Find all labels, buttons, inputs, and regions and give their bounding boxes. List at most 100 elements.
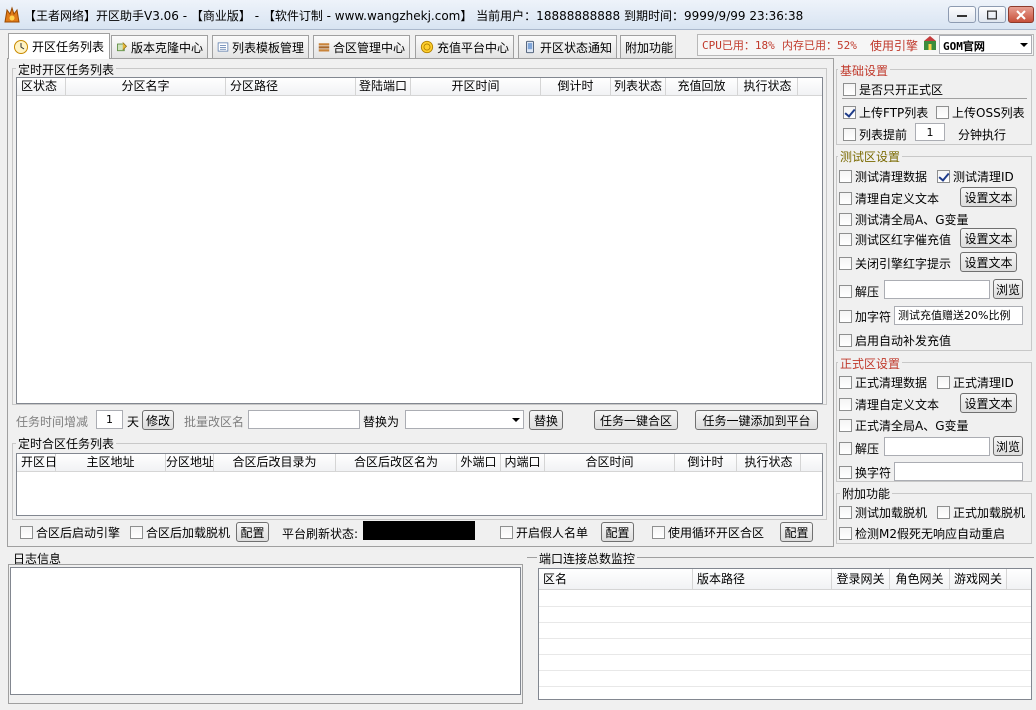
close-button[interactable]	[1008, 6, 1034, 23]
checkbox-box[interactable]	[839, 398, 852, 411]
column-header[interactable]: 合区后改区名为	[336, 454, 457, 471]
test-load-offline-checkbox[interactable]: 测试加载脱机	[839, 504, 927, 521]
tab-merge-center[interactable]: 合区管理中心	[313, 35, 410, 58]
checkbox-box[interactable]	[500, 526, 513, 539]
fake-list-checkbox[interactable]: 开启假人名单	[500, 524, 588, 541]
merge-tasks-list[interactable]: 开区日 主区地址 分区地址 合区后改目录为 合区后改区名为 外端口 内端口 合区…	[16, 453, 823, 516]
add-to-platform-button[interactable]: 任务一键添加到平台	[695, 410, 818, 430]
column-header[interactable]: 角色网关	[890, 569, 950, 589]
column-header[interactable]: 执行状态	[737, 454, 801, 471]
tab-recharge-platform[interactable]: 充值平台中心	[415, 35, 514, 58]
open-tasks-list[interactable]: 区状态 分区名字 分区路径 登陆端口 开区时间 倒计时 列表状态 充值回放 执行…	[16, 77, 823, 404]
column-header[interactable]: 分区地址	[166, 454, 214, 471]
test-red-set-text-button[interactable]: 设置文本	[960, 228, 1017, 248]
maximize-button[interactable]	[978, 6, 1006, 23]
tab-version-clone[interactable]: 版本克隆中心	[111, 35, 208, 58]
merge-all-button[interactable]: 任务一键合区	[594, 410, 678, 430]
column-header[interactable]: 合区后改目录为	[214, 454, 336, 471]
close-red-hint-checkbox[interactable]: 关闭引擎红字提示	[839, 255, 951, 272]
modify-button[interactable]: 修改	[142, 410, 174, 430]
column-header[interactable]: 开区时间	[411, 78, 541, 95]
checkbox-box[interactable]	[839, 310, 852, 323]
checkbox-box[interactable]	[937, 376, 950, 389]
checkbox-box[interactable]	[843, 106, 856, 119]
column-header[interactable]: 登录网关	[832, 569, 890, 589]
test-red-recharge-checkbox[interactable]: 测试区红字催充值	[839, 231, 951, 248]
column-header[interactable]: 倒计时	[541, 78, 611, 95]
loop-config-button[interactable]: 配置	[780, 522, 813, 542]
loop-open-merge-checkbox[interactable]: 使用循环开区合区	[652, 524, 764, 541]
checkbox-box[interactable]	[936, 106, 949, 119]
formal-load-offline-checkbox[interactable]: 正式加载脱机	[937, 504, 1025, 521]
test-clear-id-checkbox[interactable]: 测试清理ID	[937, 168, 1014, 185]
checkbox-box[interactable]	[839, 527, 852, 540]
checkbox-box[interactable]	[839, 192, 852, 205]
column-header[interactable]: 登陆端口	[356, 78, 411, 95]
column-header[interactable]: 外端口	[457, 454, 501, 471]
checkbox-box[interactable]	[839, 466, 852, 479]
formal-unzip-checkbox[interactable]: 解压	[839, 440, 879, 457]
formal-swap-char-input[interactable]	[894, 462, 1023, 481]
only-official-checkbox[interactable]: 是否只开正式区	[843, 81, 943, 98]
column-header[interactable]: 充值回放	[666, 78, 738, 95]
formal-browse-button[interactable]: 浏览	[993, 436, 1023, 456]
checkbox-box[interactable]	[20, 526, 33, 539]
upload-ftp-checkbox[interactable]: 上传FTP列表	[843, 104, 928, 121]
start-engine-after-merge-checkbox[interactable]: 合区后启动引擎	[20, 524, 120, 541]
auto-recharge-checkbox[interactable]: 启用自动补发充值	[839, 332, 951, 349]
test-add-char-checkbox[interactable]: 加字符	[839, 308, 891, 325]
checkbox-box[interactable]	[130, 526, 143, 539]
checkbox-box[interactable]	[839, 334, 852, 347]
batch-rename-input[interactable]	[248, 410, 360, 429]
tab-extra-functions[interactable]: 附加功能	[620, 35, 676, 58]
checkbox-box[interactable]	[839, 442, 852, 455]
column-header[interactable]: 区名	[539, 569, 693, 589]
test-clear-custom-text-checkbox[interactable]: 清理自定义文本	[839, 190, 939, 207]
checkbox-box[interactable]	[839, 213, 852, 226]
checkbox-box[interactable]	[839, 233, 852, 246]
column-header[interactable]: 开区日	[17, 454, 56, 471]
list-ahead-minutes-input[interactable]: 1	[915, 123, 945, 141]
checkbox-box[interactable]	[839, 419, 852, 432]
test-add-char-input[interactable]: 测试充值赠送20%比例	[894, 306, 1023, 325]
test-unzip-checkbox[interactable]: 解压	[839, 283, 879, 300]
column-header[interactable]: 游戏网关	[950, 569, 1007, 589]
column-header[interactable]: 主区地址	[56, 454, 166, 471]
column-header[interactable]: 内端口	[501, 454, 545, 471]
list-ahead-checkbox[interactable]: 列表提前	[843, 126, 907, 143]
formal-clear-data-checkbox[interactable]: 正式清理数据	[839, 374, 927, 391]
checkbox-box[interactable]	[839, 376, 852, 389]
formal-set-text-button[interactable]: 设置文本	[960, 393, 1017, 413]
tab-status-notify[interactable]: 开区状态通知	[518, 35, 617, 58]
formal-clear-global-vars-checkbox[interactable]: 正式清全局A、G变量	[839, 417, 969, 434]
checkbox-box[interactable]	[839, 285, 852, 298]
close-red-set-text-button[interactable]: 设置文本	[960, 252, 1017, 272]
formal-clear-custom-text-checkbox[interactable]: 清理自定义文本	[839, 396, 939, 413]
tab-open-tasks[interactable]: 开区任务列表	[8, 33, 110, 59]
formal-unzip-path-input[interactable]	[884, 437, 990, 456]
time-inc-input[interactable]: 1	[96, 410, 123, 429]
checkbox-box[interactable]	[937, 506, 950, 519]
column-header[interactable]: 区状态	[17, 78, 66, 95]
checkbox-box[interactable]	[843, 83, 856, 96]
load-offline-after-merge-checkbox[interactable]: 合区后加载脱机	[130, 524, 230, 541]
column-header[interactable]: 合区时间	[545, 454, 675, 471]
column-header[interactable]: 分区名字	[66, 78, 226, 95]
test-clear-global-vars-checkbox[interactable]: 测试清全局A、G变量	[839, 211, 969, 228]
column-header[interactable]: 执行状态	[738, 78, 798, 95]
checkbox-box[interactable]	[839, 506, 852, 519]
checkbox-box[interactable]	[839, 257, 852, 270]
test-browse-button[interactable]: 浏览	[993, 279, 1023, 299]
checkbox-box[interactable]	[843, 128, 856, 141]
column-header[interactable]: 分区路径	[226, 78, 356, 95]
column-header[interactable]: 倒计时	[675, 454, 737, 471]
tab-list-template[interactable]: 列表模板管理	[212, 35, 309, 58]
column-header[interactable]: 列表状态	[611, 78, 666, 95]
replace-with-select[interactable]	[405, 410, 524, 429]
log-textarea[interactable]	[10, 567, 521, 695]
test-clear-data-checkbox[interactable]: 测试清理数据	[839, 168, 927, 185]
upload-oss-checkbox[interactable]: 上传OSS列表	[936, 104, 1025, 121]
formal-clear-id-checkbox[interactable]: 正式清理ID	[937, 374, 1014, 391]
checkbox-box[interactable]	[937, 170, 950, 183]
test-set-text-button[interactable]: 设置文本	[960, 187, 1017, 207]
